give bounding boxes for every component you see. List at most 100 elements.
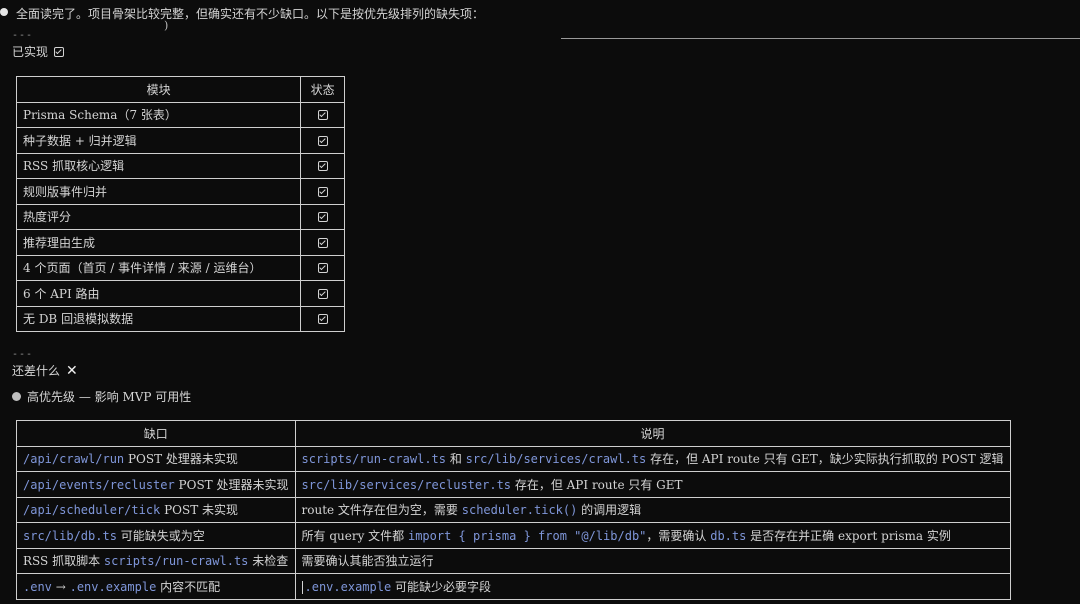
table-row: /api/scheduler/tick POST 未实现 route 文件存在但为… — [16, 496, 1011, 523]
status-cell — [300, 101, 345, 128]
description-cell: 所有 query 文件都 import { prisma } from "@/l… — [294, 522, 1011, 549]
text-segment: 的调用逻辑 — [577, 503, 642, 518]
table-row: 推荐理由生成 — [15, 229, 345, 256]
module-cell: 热度评分 — [15, 203, 302, 230]
check-icon — [317, 237, 328, 248]
text-segment: 可能缺少必要字段 — [391, 579, 492, 594]
gap-cell: RSS 抓取脚本 scripts/run-crawl.ts 未检查 — [16, 547, 296, 574]
check-icon — [317, 263, 328, 274]
table-header-row: 模块 状态 — [15, 76, 345, 103]
check-icon — [317, 135, 328, 146]
text-segment: ，需要确认 — [646, 528, 711, 543]
status-cell — [300, 152, 345, 179]
status-cell — [300, 280, 345, 307]
status-cell — [300, 203, 345, 230]
status-cell — [300, 178, 345, 205]
code-text: src/lib/services/crawl.ts — [465, 452, 647, 467]
code-text: scripts/run-crawl.ts — [103, 554, 249, 569]
description-cell: route 文件存在但为空，需要 scheduler.tick() 的调用逻辑 — [294, 496, 1011, 523]
missing-table: 缺口 说明 /api/crawl/run POST 处理器未实现 scripts/… — [16, 420, 1011, 600]
table-row: 无 DB 回退模拟数据 — [15, 305, 345, 332]
code-text: .env — [23, 579, 52, 594]
priority-heading: 高优先级 — 影响 MVP 可用性 — [12, 388, 191, 405]
description-cell: scripts/run-crawl.ts 和 src/lib/services/… — [294, 445, 1011, 472]
code-text: /api/events/recluster — [23, 477, 175, 492]
gap-cell: .env → .env.example 内容不匹配 — [16, 573, 296, 600]
text-segment: 和 — [446, 452, 466, 467]
horizontal-rule — [561, 38, 1080, 39]
status-cell — [300, 127, 345, 154]
code-text: /api/scheduler/tick — [23, 503, 161, 518]
table-row: RSS 抓取核心逻辑 — [15, 152, 345, 179]
table-row: Prisma Schema（7 张表） — [15, 101, 345, 128]
table-row: src/lib/db.ts 可能缺失或为空 所有 query 文件都 import… — [16, 522, 1011, 549]
text-segment: POST 处理器未实现 — [174, 477, 289, 492]
gap-cell: /api/scheduler/tick POST 未实现 — [16, 496, 296, 523]
status-cell — [300, 254, 345, 281]
description-cell: .env.example 可能缺少必要字段 — [294, 573, 1011, 600]
code-text: src/lib/services/recluster.ts — [301, 477, 512, 492]
module-cell: 6 个 API 路由 — [15, 280, 302, 307]
code-text: .env.example — [304, 579, 392, 594]
implemented-table: 模块 状态 Prisma Schema（7 张表） 种子数据 + 归并逻辑 RSS … — [15, 76, 345, 332]
check-icon — [317, 161, 328, 172]
code-text: scheduler.tick() — [461, 503, 578, 518]
table-header-row: 缺口 说明 — [16, 420, 1011, 447]
divider: --- — [12, 30, 34, 41]
column-header-module: 模块 — [15, 76, 302, 103]
code-text: scripts/run-crawl.ts — [301, 452, 447, 467]
divider: --- — [12, 349, 34, 360]
text-segment: 是否存在并正确 export prisma 实例 — [746, 528, 951, 543]
module-cell: 无 DB 回退模拟数据 — [15, 305, 302, 332]
text-segment: 内容不匹配 — [156, 579, 221, 594]
table-row: 热度评分 — [15, 203, 345, 230]
code-text: import { prisma } from "@/lib/db" — [407, 528, 647, 543]
intro-text: 全面读完了。项目骨架比较完整，但确实还有不少缺口。以下是按优先级排列的缺失项： — [16, 7, 485, 21]
text-segment: → — [51, 579, 70, 594]
gap-cell: /api/events/recluster POST 处理器未实现 — [16, 471, 296, 498]
implemented-heading: 已实现 — [12, 43, 65, 60]
check-icon — [317, 186, 328, 197]
priority-dot-icon — [12, 392, 21, 401]
module-cell: 规则版事件归并 — [15, 178, 302, 205]
code-text: db.ts — [710, 528, 747, 543]
status-cell — [300, 229, 345, 256]
table-row: RSS 抓取脚本 scripts/run-crawl.ts 未检查 需要确认其能否… — [16, 547, 1011, 574]
check-icon — [54, 46, 65, 57]
text-segment: 可能缺失或为空 — [116, 528, 205, 543]
text-segment: 未检查 — [248, 554, 289, 569]
gap-cell: src/lib/db.ts 可能缺失或为空 — [16, 522, 296, 549]
check-icon — [317, 288, 328, 299]
code-text: src/lib/db.ts — [23, 528, 117, 543]
text-cursor — [301, 580, 303, 594]
column-header-status: 状态 — [300, 76, 345, 103]
module-cell: Prisma Schema（7 张表） — [15, 101, 302, 128]
code-text: .env.example — [69, 579, 157, 594]
status-cell — [300, 305, 345, 332]
text-segment: POST 未实现 — [160, 503, 239, 518]
text-segment: RSS 抓取脚本 — [23, 554, 104, 569]
module-cell: 推荐理由生成 — [15, 229, 302, 256]
table-row: .env → .env.example 内容不匹配 .env.example 可能… — [16, 573, 1011, 600]
text-segment: POST 处理器未实现 — [124, 452, 238, 467]
code-text: /api/crawl/run — [23, 452, 125, 467]
column-header-gap: 缺口 — [16, 420, 296, 447]
bullet-dot — [0, 8, 8, 16]
missing-title: 还差什么 — [12, 364, 61, 378]
text-segment: 存在，但 API route 只有 GET，缺少实际执行抓取的 POST 逻辑 — [646, 452, 1004, 467]
text-segment: 存在，但 API route 只有 GET — [511, 477, 683, 492]
module-cell: 种子数据 + 归并逻辑 — [15, 127, 302, 154]
intro-paren: ) — [164, 19, 169, 32]
missing-heading: 还差什么 ✕ — [12, 362, 78, 379]
description-cell: 需要确认其能否独立运行 — [294, 547, 1011, 574]
implemented-title: 已实现 — [12, 45, 49, 59]
table-row: 种子数据 + 归并逻辑 — [15, 127, 345, 154]
module-cell: 4 个页面（首页 / 事件详情 / 来源 / 运维台） — [15, 254, 302, 281]
table-row: /api/crawl/run POST 处理器未实现 scripts/run-cr… — [16, 445, 1011, 472]
module-cell: RSS 抓取核心逻辑 — [15, 152, 302, 179]
description-cell: src/lib/services/recluster.ts 存在，但 API r… — [294, 471, 1011, 498]
table-row: 6 个 API 路由 — [15, 280, 345, 307]
text-segment: 所有 query 文件都 — [301, 528, 408, 543]
text-segment: route 文件存在但为空，需要 — [301, 503, 462, 518]
check-icon — [317, 212, 328, 223]
